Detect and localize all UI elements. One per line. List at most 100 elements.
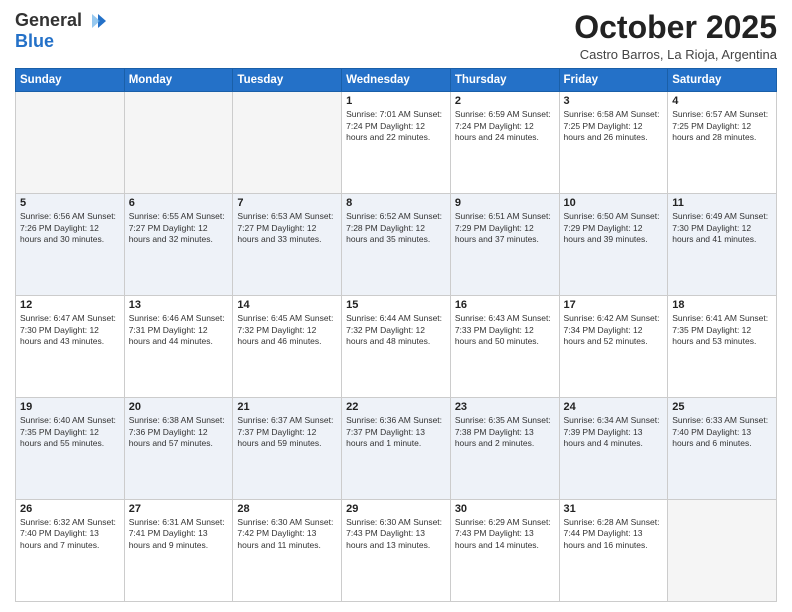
- col-sunday: Sunday: [16, 69, 125, 92]
- day-number: 9: [455, 197, 555, 209]
- day-info: Sunrise: 6:59 AM Sunset: 7:24 PM Dayligh…: [455, 109, 555, 143]
- day-info: Sunrise: 6:45 AM Sunset: 7:32 PM Dayligh…: [237, 313, 337, 347]
- day-number: 27: [129, 503, 229, 515]
- day-number: 7: [237, 197, 337, 209]
- day-info: Sunrise: 6:37 AM Sunset: 7:37 PM Dayligh…: [237, 415, 337, 449]
- table-row: 12 Sunrise: 6:47 AM Sunset: 7:30 PM Dayli…: [16, 296, 125, 398]
- day-info: Sunrise: 6:30 AM Sunset: 7:42 PM Dayligh…: [237, 517, 337, 551]
- table-row: 29 Sunrise: 6:30 AM Sunset: 7:43 PM Dayli…: [342, 500, 451, 602]
- col-monday: Monday: [124, 69, 233, 92]
- day-number: 3: [564, 95, 664, 107]
- day-info: Sunrise: 6:38 AM Sunset: 7:36 PM Dayligh…: [129, 415, 229, 449]
- calendar-week-row: 12 Sunrise: 6:47 AM Sunset: 7:30 PM Dayli…: [16, 296, 777, 398]
- day-info: Sunrise: 6:43 AM Sunset: 7:33 PM Dayligh…: [455, 313, 555, 347]
- col-wednesday: Wednesday: [342, 69, 451, 92]
- calendar-week-row: 5 Sunrise: 6:56 AM Sunset: 7:26 PM Daylig…: [16, 194, 777, 296]
- table-row: 26 Sunrise: 6:32 AM Sunset: 7:40 PM Dayli…: [16, 500, 125, 602]
- month-title: October 2025: [574, 10, 777, 45]
- day-info: Sunrise: 7:01 AM Sunset: 7:24 PM Dayligh…: [346, 109, 446, 143]
- table-row: 25Sunrise: 6:33 AM Sunset: 7:40 PM Dayli…: [668, 398, 777, 500]
- calendar-week-row: 19 Sunrise: 6:40 AM Sunset: 7:35 PM Dayli…: [16, 398, 777, 500]
- day-number: 29: [346, 503, 446, 515]
- logo-general: General: [15, 11, 82, 31]
- table-row: [668, 500, 777, 602]
- day-number: 10: [564, 197, 664, 209]
- day-info: Sunrise: 6:49 AM Sunset: 7:30 PM Dayligh…: [672, 211, 772, 245]
- day-number: 13: [129, 299, 229, 311]
- table-row: 22Sunrise: 6:36 AM Sunset: 7:37 PM Dayli…: [342, 398, 451, 500]
- calendar-week-row: 1Sunrise: 7:01 AM Sunset: 7:24 PM Daylig…: [16, 92, 777, 194]
- header-row: Sunday Monday Tuesday Wednesday Thursday…: [16, 69, 777, 92]
- table-row: 3 Sunrise: 6:58 AM Sunset: 7:25 PM Daylig…: [559, 92, 668, 194]
- logo-icon: [84, 10, 106, 32]
- day-info: Sunrise: 6:30 AM Sunset: 7:43 PM Dayligh…: [346, 517, 446, 551]
- col-friday: Friday: [559, 69, 668, 92]
- day-info: Sunrise: 6:31 AM Sunset: 7:41 PM Dayligh…: [129, 517, 229, 551]
- table-row: 1Sunrise: 7:01 AM Sunset: 7:24 PM Daylig…: [342, 92, 451, 194]
- title-block: October 2025 Castro Barros, La Rioja, Ar…: [574, 10, 777, 62]
- table-row: 7 Sunrise: 6:53 AM Sunset: 7:27 PM Daylig…: [233, 194, 342, 296]
- day-info: Sunrise: 6:47 AM Sunset: 7:30 PM Dayligh…: [20, 313, 120, 347]
- table-row: 21 Sunrise: 6:37 AM Sunset: 7:37 PM Dayli…: [233, 398, 342, 500]
- table-row: 30 Sunrise: 6:29 AM Sunset: 7:43 PM Dayli…: [450, 500, 559, 602]
- table-row: 6Sunrise: 6:55 AM Sunset: 7:27 PM Daylig…: [124, 194, 233, 296]
- day-info: Sunrise: 6:44 AM Sunset: 7:32 PM Dayligh…: [346, 313, 446, 347]
- day-number: 12: [20, 299, 120, 311]
- table-row: 31Sunrise: 6:28 AM Sunset: 7:44 PM Dayli…: [559, 500, 668, 602]
- table-row: 27 Sunrise: 6:31 AM Sunset: 7:41 PM Dayli…: [124, 500, 233, 602]
- day-number: 22: [346, 401, 446, 413]
- table-row: 11Sunrise: 6:49 AM Sunset: 7:30 PM Dayli…: [668, 194, 777, 296]
- day-number: 30: [455, 503, 555, 515]
- table-row: 15Sunrise: 6:44 AM Sunset: 7:32 PM Dayli…: [342, 296, 451, 398]
- day-number: 24: [564, 401, 664, 413]
- table-row: [16, 92, 125, 194]
- table-row: 10Sunrise: 6:50 AM Sunset: 7:29 PM Dayli…: [559, 194, 668, 296]
- day-info: Sunrise: 6:53 AM Sunset: 7:27 PM Dayligh…: [237, 211, 337, 245]
- day-number: 5: [20, 197, 120, 209]
- day-info: Sunrise: 6:42 AM Sunset: 7:34 PM Dayligh…: [564, 313, 664, 347]
- day-number: 25: [672, 401, 772, 413]
- table-row: 20 Sunrise: 6:38 AM Sunset: 7:36 PM Dayli…: [124, 398, 233, 500]
- calendar-table: Sunday Monday Tuesday Wednesday Thursday…: [15, 68, 777, 602]
- day-info: Sunrise: 6:52 AM Sunset: 7:28 PM Dayligh…: [346, 211, 446, 245]
- day-number: 16: [455, 299, 555, 311]
- day-number: 20: [129, 401, 229, 413]
- logo: General Blue: [15, 10, 106, 52]
- day-info: Sunrise: 6:34 AM Sunset: 7:39 PM Dayligh…: [564, 415, 664, 449]
- col-saturday: Saturday: [668, 69, 777, 92]
- table-row: 8 Sunrise: 6:52 AM Sunset: 7:28 PM Daylig…: [342, 194, 451, 296]
- day-info: Sunrise: 6:56 AM Sunset: 7:26 PM Dayligh…: [20, 211, 120, 245]
- table-row: [124, 92, 233, 194]
- col-thursday: Thursday: [450, 69, 559, 92]
- logo-blue: Blue: [15, 31, 54, 51]
- day-info: Sunrise: 6:29 AM Sunset: 7:43 PM Dayligh…: [455, 517, 555, 551]
- day-info: Sunrise: 6:40 AM Sunset: 7:35 PM Dayligh…: [20, 415, 120, 449]
- location-subtitle: Castro Barros, La Rioja, Argentina: [574, 47, 777, 62]
- day-number: 21: [237, 401, 337, 413]
- table-row: 19 Sunrise: 6:40 AM Sunset: 7:35 PM Dayli…: [16, 398, 125, 500]
- table-row: 23Sunrise: 6:35 AM Sunset: 7:38 PM Dayli…: [450, 398, 559, 500]
- table-row: 28 Sunrise: 6:30 AM Sunset: 7:42 PM Dayli…: [233, 500, 342, 602]
- day-number: 28: [237, 503, 337, 515]
- header: General Blue October 2025 Castro Barros,…: [15, 10, 777, 62]
- table-row: 18 Sunrise: 6:41 AM Sunset: 7:35 PM Dayli…: [668, 296, 777, 398]
- table-row: 4 Sunrise: 6:57 AM Sunset: 7:25 PM Daylig…: [668, 92, 777, 194]
- day-number: 2: [455, 95, 555, 107]
- day-number: 23: [455, 401, 555, 413]
- col-tuesday: Tuesday: [233, 69, 342, 92]
- day-number: 26: [20, 503, 120, 515]
- day-number: 18: [672, 299, 772, 311]
- day-info: Sunrise: 6:32 AM Sunset: 7:40 PM Dayligh…: [20, 517, 120, 551]
- page: General Blue October 2025 Castro Barros,…: [0, 0, 792, 612]
- table-row: 24 Sunrise: 6:34 AM Sunset: 7:39 PM Dayli…: [559, 398, 668, 500]
- table-row: [233, 92, 342, 194]
- table-row: 17Sunrise: 6:42 AM Sunset: 7:34 PM Dayli…: [559, 296, 668, 398]
- day-info: Sunrise: 6:58 AM Sunset: 7:25 PM Dayligh…: [564, 109, 664, 143]
- day-number: 19: [20, 401, 120, 413]
- day-number: 8: [346, 197, 446, 209]
- day-number: 4: [672, 95, 772, 107]
- day-info: Sunrise: 6:57 AM Sunset: 7:25 PM Dayligh…: [672, 109, 772, 143]
- table-row: 9Sunrise: 6:51 AM Sunset: 7:29 PM Daylig…: [450, 194, 559, 296]
- day-number: 14: [237, 299, 337, 311]
- day-info: Sunrise: 6:41 AM Sunset: 7:35 PM Dayligh…: [672, 313, 772, 347]
